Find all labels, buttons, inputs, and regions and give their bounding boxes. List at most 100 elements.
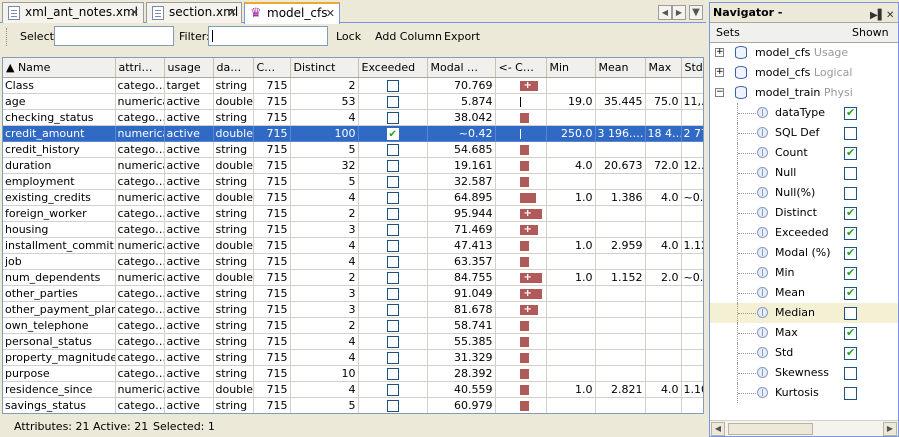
close-icon[interactable]: ✕	[130, 3, 139, 22]
tab-model-cfs[interactable]: ♛ model_cfs ✕	[244, 2, 340, 24]
exceeded-checkbox[interactable]	[386, 335, 399, 348]
shown-checkbox[interactable]	[844, 187, 857, 200]
column-header-name[interactable]: ▲ Name	[3, 58, 116, 78]
shown-checkbox[interactable]	[844, 226, 857, 240]
nav-item-datatype[interactable]: dataType	[710, 103, 898, 123]
table-row[interactable]: employment catego… active string 715 5 32.587	[3, 173, 703, 190]
exceeded-checkbox[interactable]	[386, 367, 399, 380]
shown-checkbox[interactable]	[844, 326, 857, 340]
nav-item-max[interactable]: Max	[710, 323, 898, 343]
column-header-modal[interactable]: Modal …	[427, 58, 496, 78]
exceeded-checkbox[interactable]	[386, 79, 399, 92]
expand-icon[interactable]: +	[715, 68, 724, 77]
expand-icon[interactable]: +	[715, 48, 724, 57]
column-header-min[interactable]: Min	[546, 58, 596, 78]
tab-section[interactable]: section.xml ✕	[146, 2, 242, 23]
exceeded-checkbox[interactable]	[386, 143, 399, 156]
toolbar-grip-icon[interactable]	[6, 28, 9, 46]
expand-icon[interactable]: −	[715, 88, 724, 97]
table-row[interactable]: property_magnitude catego… active string 715…	[3, 349, 703, 366]
nav-item-min[interactable]: Min	[710, 263, 898, 283]
column-header-attribute[interactable]: attri…	[115, 58, 165, 78]
lock-button[interactable]: Lock	[336, 30, 361, 43]
exceeded-checkbox[interactable]	[386, 303, 399, 316]
table-row[interactable]: credit_history catego… active string 715 5 54.…	[3, 141, 703, 158]
table-row[interactable]: residence_sincenumericalactivedouble7154…	[3, 381, 703, 398]
nav-item-null-[interactable]: Null(%)	[710, 183, 898, 203]
exceeded-checkbox[interactable]	[386, 207, 399, 220]
shown-checkbox[interactable]	[844, 246, 857, 260]
shown-checkbox[interactable]	[844, 266, 857, 280]
table-row[interactable]: other_payment_plans catego… active string 71…	[3, 301, 703, 318]
nav-item-kurtosis[interactable]: Kurtosis	[710, 383, 898, 403]
nav-item-count[interactable]: Count	[710, 143, 898, 163]
table-row[interactable]: savings_status catego… active string 715 5 60.…	[3, 397, 703, 413]
shown-checkbox[interactable]	[844, 346, 857, 360]
column-header-mean[interactable]: Mean	[595, 58, 646, 78]
table-row[interactable]: credit_amountnumericalactivedouble715100…	[3, 125, 703, 142]
shown-checkbox[interactable]	[844, 127, 857, 140]
nav-item-exceeded[interactable]: Exceeded	[710, 223, 898, 243]
nav-item-modal-[interactable]: Modal (%)	[710, 243, 898, 263]
exceeded-checkbox[interactable]	[386, 287, 399, 300]
table-row[interactable]: existing_creditsnumericalactivedouble715…	[3, 189, 703, 206]
column-header-std[interactable]: Std	[681, 58, 703, 78]
shown-checkbox[interactable]	[844, 206, 857, 220]
exceeded-checkbox[interactable]	[386, 111, 399, 124]
column-header-shown[interactable]: Shown	[852, 26, 889, 39]
nav-item-std[interactable]: Std	[710, 343, 898, 363]
column-header-datatype[interactable]: da…	[213, 58, 254, 78]
tab-scroll-left-icon[interactable]: ◀	[658, 5, 672, 20]
filter-input[interactable]	[208, 26, 328, 46]
shown-checkbox[interactable]	[844, 307, 857, 320]
export-button[interactable]: Export	[444, 30, 480, 43]
nav-item-mean[interactable]: Mean	[710, 283, 898, 303]
column-header-distinct[interactable]: Distinct	[290, 58, 359, 78]
exceeded-checkbox[interactable]	[386, 223, 399, 236]
exceeded-checkbox[interactable]	[386, 95, 399, 108]
nav-set-model_cfs[interactable]: + model_cfs Usage	[710, 43, 898, 63]
column-header-max[interactable]: Max	[645, 58, 682, 78]
table-row[interactable]: num_dependentsnumericalactivedouble7152 8…	[3, 269, 703, 286]
column-header-exceeded[interactable]: Exceeded	[358, 58, 428, 78]
shown-checkbox[interactable]	[844, 167, 857, 180]
table-row[interactable]: installment_commit…numericalactivedouble…	[3, 237, 703, 254]
column-header-sets[interactable]: Sets	[716, 26, 740, 39]
exceeded-checkbox[interactable]	[386, 271, 399, 284]
table-row[interactable]: personal_status catego… active string 715 4 55…	[3, 333, 703, 350]
table-row[interactable]: purpose catego… active string 715 10 28.392	[3, 365, 703, 382]
column-header-count[interactable]: C…	[253, 58, 291, 78]
nav-set-model_cfs[interactable]: + model_cfs Logical	[710, 63, 898, 83]
exceeded-checkbox[interactable]	[386, 351, 399, 364]
exceeded-checkbox[interactable]	[386, 319, 399, 332]
nav-set-model_train[interactable]: − model_train Physi	[710, 83, 898, 103]
nav-item-null[interactable]: Null	[710, 163, 898, 183]
table-row[interactable]: agenumericalactivedouble71553 5.874 19.035…	[3, 93, 703, 110]
table-row[interactable]: Class catego… target string 715 2 70.769	[3, 77, 703, 94]
exceeded-checkbox[interactable]	[386, 239, 399, 252]
scroll-left-icon[interactable]: ◀	[711, 422, 725, 436]
nav-item-skewness[interactable]: Skewness	[710, 363, 898, 383]
nav-item-distinct[interactable]: Distinct	[710, 203, 898, 223]
shown-checkbox[interactable]	[844, 146, 857, 160]
table-row[interactable]: own_telephone catego… active string 715 2 58.7…	[3, 317, 703, 334]
table-row[interactable]: checking_status catego… active string 715 4 38…	[3, 109, 703, 126]
table-row[interactable]: housing catego… active string 715 3 71.469	[3, 221, 703, 238]
exceeded-checkbox[interactable]	[386, 255, 399, 268]
table-row[interactable]: other_parties catego… active string 715 3 91.0…	[3, 285, 703, 302]
table-row[interactable]: durationnumericalactivedouble71532 19.161…	[3, 157, 703, 174]
scrollbar-thumb[interactable]	[728, 423, 813, 435]
tab-xml-ant-notes[interactable]: xml_ant_notes.xml ✕	[2, 2, 144, 23]
nav-item-sql-def[interactable]: SQL Def	[710, 123, 898, 143]
shown-checkbox[interactable]	[844, 106, 857, 120]
shown-checkbox[interactable]	[844, 367, 857, 380]
add-column-button[interactable]: Add Column	[375, 30, 442, 43]
exceeded-checkbox[interactable]	[386, 127, 399, 140]
shown-checkbox[interactable]	[844, 387, 857, 400]
exceeded-checkbox[interactable]	[386, 383, 399, 396]
shown-checkbox[interactable]	[844, 286, 857, 300]
exceeded-checkbox[interactable]	[386, 399, 399, 412]
horizontal-scrollbar[interactable]: ◀ ▶	[710, 420, 898, 436]
close-icon[interactable]: ✕	[326, 4, 335, 23]
nav-item-median[interactable]: Median	[710, 303, 898, 323]
